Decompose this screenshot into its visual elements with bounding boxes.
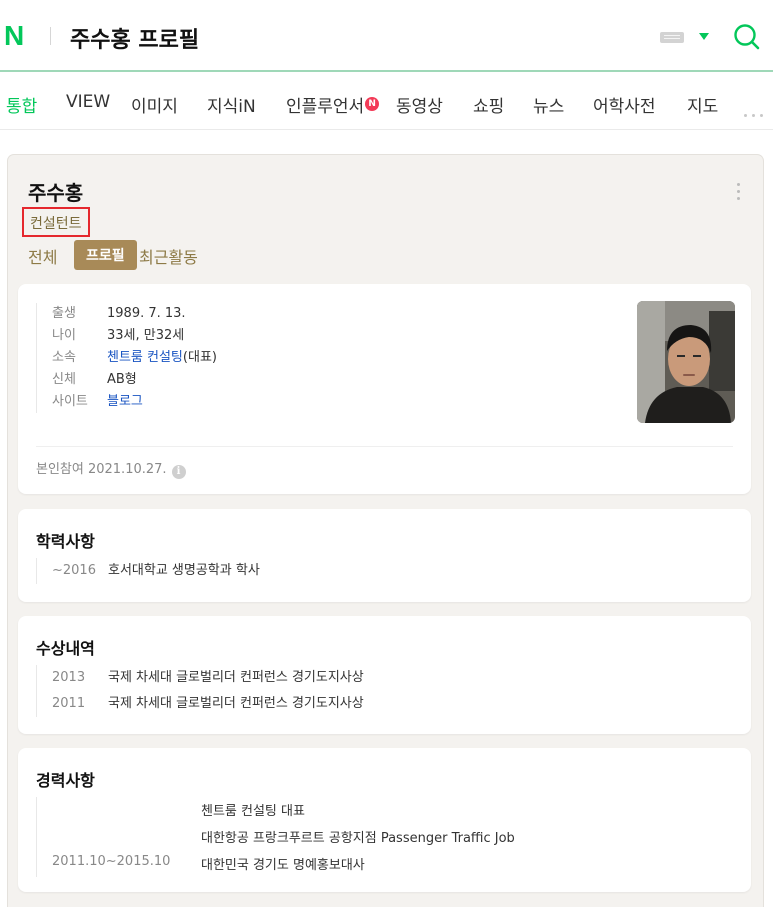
tab-video[interactable]: 동영상: [396, 92, 443, 117]
awards-title: 수상내역: [36, 639, 95, 658]
info-row-body: 신체 AB형: [52, 369, 217, 391]
info-label: 출생: [52, 306, 76, 321]
keyboard-icon[interactable]: [660, 32, 684, 43]
subtab-recent[interactable]: 최근활동: [139, 244, 198, 268]
logo-divider: [50, 27, 51, 45]
tab-influencer[interactable]: 인플루언서 N: [286, 92, 380, 117]
search-query[interactable]: 주수홍 프로필: [70, 22, 199, 54]
affiliation-role: (대표): [182, 350, 217, 365]
item-year: ~2016: [52, 563, 96, 578]
info-label: 소속: [52, 350, 76, 365]
info-label: 사이트: [52, 394, 88, 409]
list-item: 2011 국제 차세대 글로벌리더 컨퍼런스 경기도지사상: [52, 691, 364, 717]
more-options-icon[interactable]: [737, 183, 740, 204]
tab-news[interactable]: 뉴스: [533, 92, 564, 117]
subtab-all[interactable]: 전체: [28, 244, 57, 268]
item-year: 2013: [52, 670, 86, 685]
info-label: 신체: [52, 372, 76, 387]
item-year: 2011: [52, 696, 86, 711]
career-period: 2011.10~2015.10: [52, 854, 171, 869]
affiliation-link[interactable]: 첸트룸 컨설팅: [107, 350, 183, 365]
basic-info-card: 출생 1989. 7. 13. 나이 33세, 만32세 소속 첸트룸 컨설팅(대표)…: [18, 284, 751, 494]
tab-dictionary[interactable]: 어학사전: [593, 92, 656, 117]
search-tabs: 통합 VIEW 이미지 지식iN 인플루언서 N 동영상 쇼핑 뉴스 어학사전 지…: [0, 74, 773, 130]
info-label: 나이: [52, 328, 76, 343]
blog-link[interactable]: 블로그: [107, 394, 143, 409]
awards-card: 수상내역 2013 국제 차세대 글로벌리더 컨퍼런스 경기도지사상 2011 국제…: [18, 616, 751, 734]
info-row-birth: 출생 1989. 7. 13.: [52, 303, 217, 325]
naver-logo[interactable]: N: [4, 20, 24, 52]
tab-integrated[interactable]: 통합: [6, 92, 37, 117]
blood-type-value: AB형: [107, 372, 137, 387]
occupation-label: 컨설턴트: [22, 207, 90, 237]
info-row-age: 나이 33세, 만32세: [52, 325, 217, 347]
verified-text: 본인참여 2021.10.27.: [36, 462, 167, 477]
career-item: 첸트룸 컨설팅 대표: [201, 804, 305, 819]
item-text: 호서대학교 생명공학과 학사: [108, 563, 260, 578]
subtab-profile[interactable]: 프로필: [74, 240, 137, 270]
tab-view[interactable]: VIEW: [66, 92, 110, 112]
new-badge: N: [365, 97, 380, 111]
profile-panel: 주수홍 컨설턴트 전체 프로필 최근활동 출생 1989. 7. 13. 나이 33…: [8, 155, 763, 907]
list-item: 2013 국제 차세대 글로벌리더 컨퍼런스 경기도지사상: [52, 665, 364, 691]
card-divider: [36, 446, 733, 447]
profile-photo[interactable]: [637, 301, 735, 423]
career-title: 경력사항: [36, 771, 95, 790]
birth-value: 1989. 7. 13.: [107, 306, 186, 321]
education-card: 학력사항 ~2016 호서대학교 생명공학과 학사: [18, 509, 751, 602]
education-list: ~2016 호서대학교 생명공학과 학사: [36, 558, 260, 584]
career-list: 첸트룸 컨설팅 대표 대한항공 프랑크푸르트 공항지점 Passenger Tr…: [36, 797, 636, 877]
item-text: 국제 차세대 글로벌리더 컨퍼런스 경기도지사상: [108, 670, 364, 685]
awards-list: 2013 국제 차세대 글로벌리더 컨퍼런스 경기도지사상 2011 국제 차세대 …: [36, 665, 364, 717]
search-header: N 주수홍 프로필: [0, 0, 773, 72]
career-item: 대한항공 프랑크푸르트 공항지점 Passenger Traffic Job: [201, 831, 515, 846]
tab-knowledge-in[interactable]: 지식iN: [207, 92, 256, 117]
info-row-site: 사이트 블로그: [52, 391, 217, 413]
career-card: 경력사항 첸트룸 컨설팅 대표 대한항공 프랑크푸르트 공항지점 Passeng…: [18, 748, 751, 892]
search-icon[interactable]: [732, 22, 762, 52]
person-name: 주수홍: [28, 181, 84, 205]
tab-map[interactable]: 지도: [687, 92, 718, 117]
info-row-affiliation: 소속 첸트룸 컨설팅(대표): [52, 347, 217, 369]
info-icon[interactable]: i: [171, 465, 186, 479]
dropdown-caret-icon[interactable]: [699, 33, 709, 40]
self-verified-note: 본인참여 2021.10.27. i: [36, 458, 186, 479]
list-item: ~2016 호서대학교 생명공학과 학사: [52, 558, 260, 584]
tab-influencer-label: 인플루언서: [286, 97, 365, 117]
education-title: 학력사항: [36, 532, 95, 551]
tab-shopping[interactable]: 쇼핑: [473, 92, 504, 117]
info-list: 출생 1989. 7. 13. 나이 33세, 만32세 소속 첸트룸 컨설팅(대표)…: [36, 303, 217, 413]
more-tabs-icon[interactable]: [744, 102, 768, 121]
tab-images[interactable]: 이미지: [131, 92, 178, 117]
age-value: 33세, 만32세: [107, 328, 185, 343]
item-text: 국제 차세대 글로벌리더 컨퍼런스 경기도지사상: [108, 696, 364, 711]
career-item: 대한민국 경기도 명예홍보대사: [201, 858, 365, 873]
